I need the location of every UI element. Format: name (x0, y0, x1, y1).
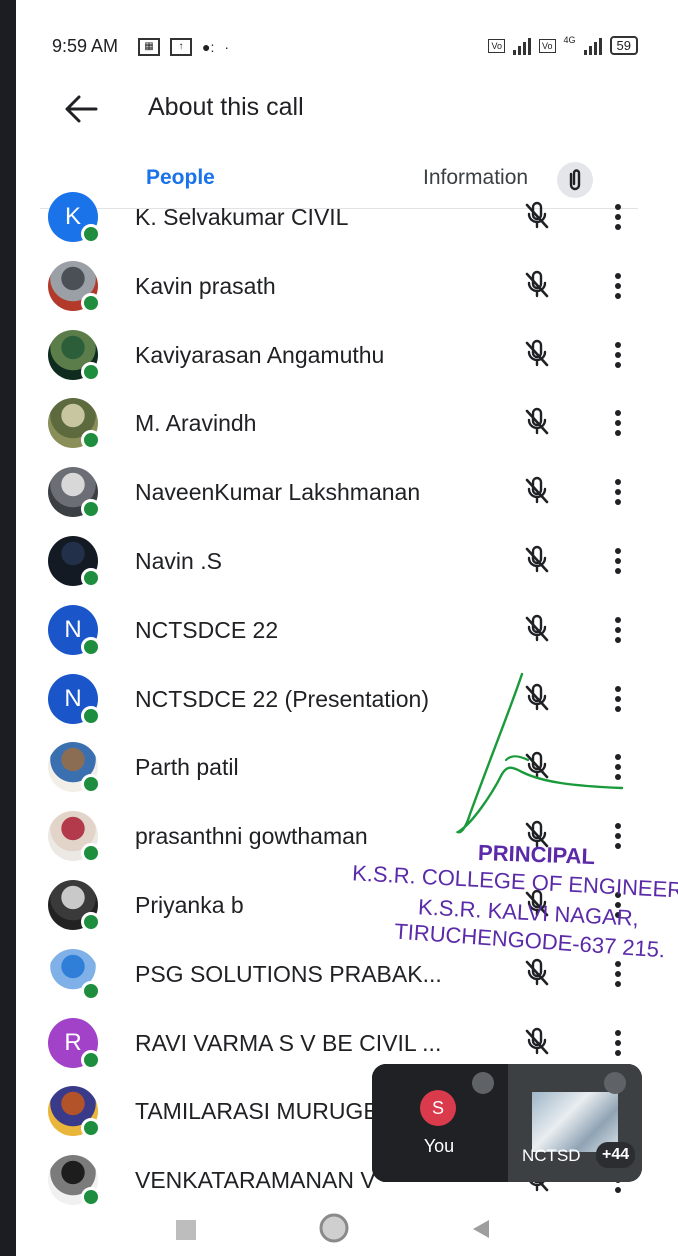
mic-off-icon (525, 339, 549, 366)
participant-name: Priyanka b (135, 892, 244, 918)
more-options-icon[interactable] (606, 474, 630, 510)
online-status-dot (81, 843, 101, 864)
mic-off-icon (525, 958, 549, 986)
mic-off-icon (525, 477, 549, 504)
participant-avatar (48, 880, 101, 932)
participant-row[interactable]: M. Aravindh (0, 390, 678, 458)
online-status-dot (81, 499, 101, 520)
participant-avatar (48, 329, 101, 382)
participant-name: K. Selvakumar CIVIL (135, 204, 349, 230)
participant-row[interactable]: Kaviyarasan Angamuthu (0, 322, 678, 390)
participant-avatar (48, 467, 101, 520)
online-status-dot (81, 774, 101, 795)
online-status-dot (81, 912, 101, 932)
participant-name: NCTSDCE 22 (Presentation) (135, 685, 429, 712)
online-status-dot (81, 1049, 101, 1070)
participant-name: M. Aravindh (135, 410, 257, 437)
participant-avatar (48, 260, 101, 313)
mic-off-icon (525, 614, 549, 642)
home-button[interactable] (318, 1212, 350, 1244)
online-status-dot (81, 224, 101, 244)
stamp-line-principal: PRINCIPAL (477, 839, 596, 870)
more-options-icon[interactable] (606, 543, 630, 579)
participant-name: prasanthni gowthaman (135, 823, 368, 850)
participant-name: Navin .S (135, 548, 222, 574)
participant-avatar (48, 811, 101, 864)
more-participants-badge[interactable]: +44 (596, 1142, 636, 1168)
online-status-dot (81, 292, 101, 313)
participant-name: Kaviyarasan Angamuthu (135, 341, 385, 368)
self-label: You (423, 1136, 455, 1156)
online-status-dot (81, 980, 101, 1001)
online-status-dot (81, 361, 101, 382)
participant-row[interactable]: NaveenKumar Lakshmanan (0, 459, 678, 527)
self-avatar: S (420, 1090, 456, 1126)
participant-avatar (48, 398, 101, 451)
participant-name: VENKATARAMANAN V (135, 1167, 376, 1194)
participant-avatar: N (48, 604, 101, 657)
participant-name: NCTSDCE 22 (135, 616, 279, 643)
mic-off-icon (525, 545, 549, 573)
participant-avatar (48, 536, 101, 588)
participant-avatar (48, 742, 101, 795)
participant-avatar (48, 948, 101, 1001)
more-options-icon[interactable] (606, 405, 630, 441)
more-options-icon[interactable] (606, 1025, 630, 1061)
online-status-dot (81, 568, 101, 588)
participant-avatar: R (48, 1017, 101, 1070)
participant-avatar: N (48, 673, 101, 726)
presenter-video-tile[interactable]: NCTSD +44 (508, 1064, 642, 1182)
video-preview-panel[interactable]: S You NCTSD +44 (372, 1064, 642, 1182)
presenter-mic-off-icon (604, 1072, 626, 1094)
participant-row[interactable]: Kavin prasath (0, 253, 678, 321)
signature (455, 672, 624, 834)
participant-row[interactable]: K K. Selvakumar CIVIL (0, 184, 678, 252)
more-options-icon[interactable] (606, 956, 630, 992)
mic-off-icon (525, 270, 549, 298)
online-status-dot (81, 430, 101, 451)
online-status-dot (81, 636, 101, 657)
mic-off-icon (525, 408, 549, 435)
recents-button[interactable] (176, 1220, 196, 1240)
mic-off-icon (525, 201, 549, 229)
online-status-dot (81, 1118, 101, 1139)
participant-avatar: K (48, 192, 101, 244)
more-options-icon[interactable] (606, 199, 630, 235)
participant-name: PSG SOLUTIONS PRABAK... (135, 960, 442, 987)
online-status-dot (81, 1187, 101, 1208)
nav-back-button[interactable] (470, 1218, 492, 1240)
participant-row[interactable]: N NCTSDCE 22 (0, 597, 678, 665)
participant-name: Parth patil (135, 754, 239, 781)
more-options-icon[interactable] (606, 337, 630, 373)
participant-avatar (48, 1155, 101, 1208)
participant-name: RAVI VARMA S V BE CIVIL ... (135, 1029, 442, 1056)
mic-off-icon (525, 1027, 549, 1054)
more-options-icon[interactable] (606, 612, 630, 648)
participant-avatar (48, 1086, 101, 1139)
presenter-label: NCTSD (522, 1146, 581, 1165)
more-options-icon[interactable] (606, 268, 630, 304)
participant-name: NaveenKumar Lakshmanan (135, 479, 421, 506)
self-mic-off-icon (472, 1072, 494, 1094)
participant-row[interactable]: Navin .S (0, 528, 678, 596)
online-status-dot (81, 705, 101, 726)
participant-name: Kavin prasath (135, 272, 276, 299)
self-video-tile[interactable]: S You (372, 1064, 506, 1182)
